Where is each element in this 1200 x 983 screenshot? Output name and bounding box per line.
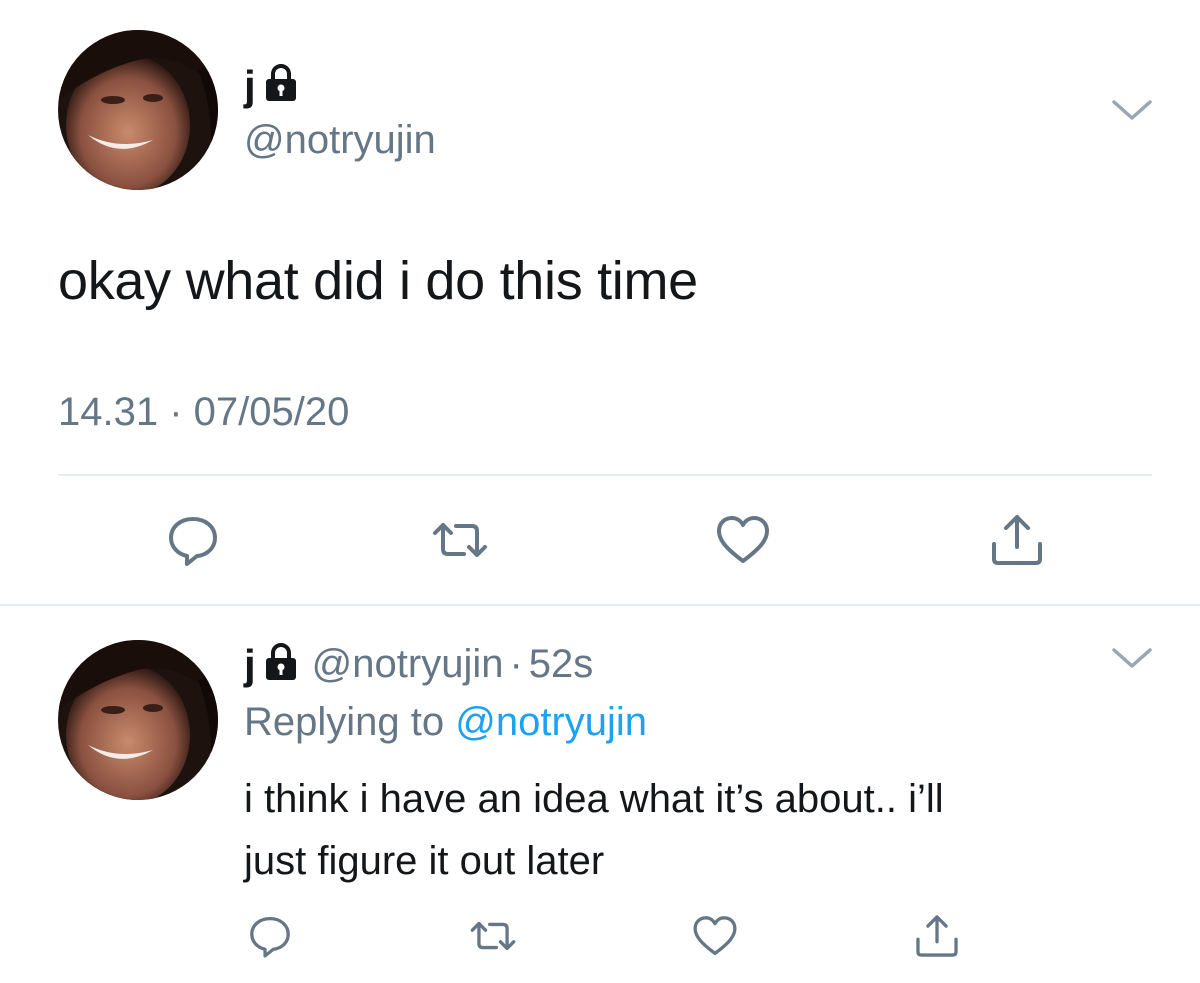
replying-prefix: Replying to bbox=[244, 700, 445, 744]
timestamp[interactable]: 14.31 · 07/05/20 bbox=[58, 390, 349, 435]
avatar[interactable] bbox=[58, 30, 218, 190]
tweet-text: okay what did i do this time bbox=[58, 251, 698, 311]
chevron-down-icon[interactable] bbox=[1110, 646, 1154, 677]
like-icon[interactable] bbox=[685, 906, 745, 966]
reply-avatar[interactable] bbox=[58, 640, 218, 800]
share-icon[interactable] bbox=[907, 906, 967, 966]
reply-header: j @notryujin · 52s bbox=[244, 642, 593, 687]
lock-icon bbox=[264, 64, 298, 107]
lock-icon bbox=[264, 643, 298, 686]
reply-icon[interactable] bbox=[163, 510, 223, 570]
reply-display-name[interactable]: j bbox=[244, 643, 256, 686]
divider bbox=[0, 604, 1200, 606]
replying-to: Replying to @notryujin bbox=[244, 700, 647, 745]
reply-text-line: i think i have an idea what it’s about..… bbox=[244, 777, 944, 821]
retweet-icon[interactable] bbox=[463, 906, 523, 966]
reply-text-line: just figure it out later bbox=[244, 839, 605, 883]
reply-text: i think i have an idea what it’s about..… bbox=[244, 768, 1124, 892]
divider bbox=[58, 474, 1152, 476]
replying-to-link[interactable]: @notryujin bbox=[455, 700, 647, 744]
reply-time[interactable]: 52s bbox=[529, 642, 594, 687]
separator: · bbox=[509, 642, 523, 686]
tweet-author[interactable]: j bbox=[244, 64, 298, 107]
retweet-icon[interactable] bbox=[430, 510, 490, 570]
share-icon[interactable] bbox=[987, 510, 1047, 570]
reply-handle[interactable]: @notryujin bbox=[312, 642, 504, 687]
display-name[interactable]: j bbox=[244, 64, 256, 107]
chevron-down-icon[interactable] bbox=[1110, 98, 1154, 129]
like-icon[interactable] bbox=[713, 510, 773, 570]
reply-icon[interactable] bbox=[240, 906, 300, 966]
author-handle[interactable]: @notryujin bbox=[244, 118, 436, 163]
